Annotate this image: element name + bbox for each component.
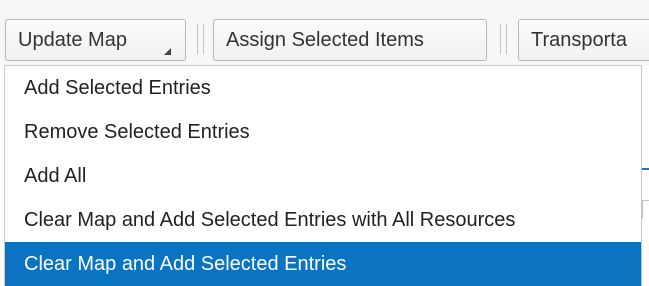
app-window: Update Map Assign Selected Items Transpo… bbox=[0, 0, 649, 286]
transportation-label: Transporta bbox=[531, 29, 627, 51]
menu-item-add-selected-entries[interactable]: Add Selected Entries bbox=[5, 66, 641, 110]
toolbar: Update Map Assign Selected Items Transpo… bbox=[0, 0, 649, 66]
update-map-label: Update Map bbox=[18, 29, 127, 51]
assign-selected-items-button[interactable]: Assign Selected Items bbox=[213, 19, 487, 61]
toolbar-separator bbox=[500, 24, 501, 54]
menu-item-clear-map-add-selected-with-resources[interactable]: Clear Map and Add Selected Entries with … bbox=[5, 198, 641, 242]
toolbar-separator bbox=[197, 24, 198, 54]
update-map-button[interactable]: Update Map bbox=[5, 19, 186, 61]
menu-item-remove-selected-entries[interactable]: Remove Selected Entries bbox=[5, 110, 641, 154]
transportation-button[interactable]: Transporta bbox=[518, 19, 649, 61]
menu-item-clear-map-add-selected[interactable]: Clear Map and Add Selected Entries bbox=[5, 242, 641, 286]
menu-item-add-all[interactable]: Add All bbox=[5, 154, 641, 198]
assign-selected-items-label: Assign Selected Items bbox=[226, 29, 424, 51]
toolbar-separator bbox=[203, 24, 204, 54]
background-panel-edge bbox=[642, 168, 649, 170]
background-panel-edge bbox=[642, 200, 649, 218]
dropdown-caret-icon bbox=[164, 48, 171, 55]
update-map-dropdown-menu: Add Selected Entries Remove Selected Ent… bbox=[4, 65, 642, 286]
toolbar-separator bbox=[506, 24, 507, 54]
